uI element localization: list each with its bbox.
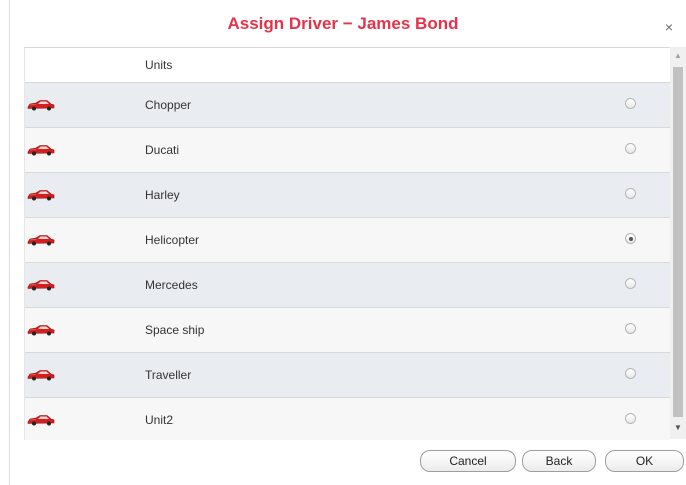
list-item[interactable]: Unit2 (25, 398, 670, 440)
ok-button[interactable]: OK (605, 450, 684, 472)
unit-name: Helicopter (145, 233, 200, 247)
red-car-icon (27, 279, 55, 291)
dialog-border (9, 0, 10, 485)
cancel-button[interactable]: Cancel (420, 450, 516, 472)
unit-radio-button[interactable] (625, 413, 636, 424)
scrollbar-thumb[interactable] (673, 67, 683, 417)
red-car-icon (27, 324, 55, 336)
dialog-title: Assign Driver − James Bond (227, 14, 459, 33)
unit-name: Unit2 (145, 413, 174, 427)
red-car-icon (27, 414, 55, 426)
unit-name: Chopper (145, 98, 192, 112)
red-car-icon (27, 99, 55, 111)
units-column-header: Units (145, 58, 173, 72)
red-car-icon (27, 189, 55, 201)
unit-radio-button[interactable] (625, 278, 636, 289)
list-header: Units (25, 48, 670, 83)
red-car-icon (27, 144, 55, 156)
unit-radio-button[interactable] (625, 188, 636, 199)
list-item[interactable]: Space ship (25, 308, 670, 353)
list-item[interactable]: Chopper (25, 83, 670, 128)
vertical-scrollbar[interactable]: ▲ ▼ (670, 47, 686, 439)
close-icon[interactable]: × (662, 20, 676, 34)
list-item[interactable]: Harley (25, 173, 670, 218)
red-car-icon (27, 234, 55, 246)
unit-name: Traveller (145, 368, 192, 382)
unit-radio-button[interactable] (625, 98, 636, 109)
list-item[interactable]: Traveller (25, 353, 670, 398)
unit-name: Harley (145, 188, 180, 202)
unit-radio-button[interactable] (625, 233, 636, 244)
back-button[interactable]: Back (522, 450, 596, 472)
unit-radio-button[interactable] (625, 143, 636, 154)
list-item[interactable]: Mercedes (25, 263, 670, 308)
list-rows: Chopper Ducati Harley Helicopter Mercede… (25, 83, 670, 440)
red-car-icon (27, 369, 55, 381)
list-item[interactable]: Ducati (25, 128, 670, 173)
scroll-down-icon[interactable]: ▼ (670, 423, 686, 433)
units-list: Units Chopper Ducati Harley Helicopter M… (24, 47, 670, 440)
unit-radio-button[interactable] (625, 368, 636, 379)
list-item[interactable]: Helicopter (25, 218, 670, 263)
unit-radio-button[interactable] (625, 323, 636, 334)
unit-name: Space ship (145, 323, 205, 337)
unit-name: Ducati (145, 143, 180, 157)
assign-driver-dialog: Assign Driver − James Bond × Units Chopp… (0, 0, 686, 485)
unit-name: Mercedes (145, 278, 198, 292)
scroll-up-icon[interactable]: ▲ (670, 51, 686, 61)
